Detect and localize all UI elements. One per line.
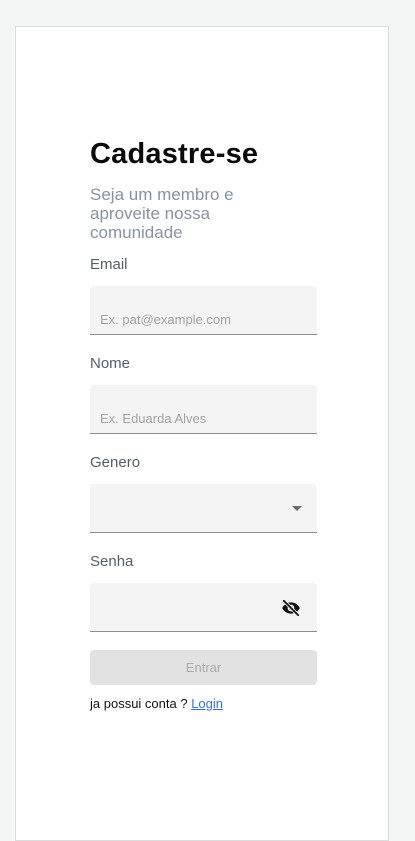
email-label: Email <box>90 256 128 273</box>
senha-label: Senha <box>90 553 134 570</box>
nome-field[interactable] <box>90 385 317 433</box>
page-subtitle: Seja um membro e aproveite nossa comunid… <box>90 185 234 242</box>
login-prompt-text: ja possui conta ? <box>90 696 192 711</box>
signup-form: Cadastre-se Seja um membro e aproveite n… <box>90 138 317 711</box>
login-prompt: ja possui conta ? Login <box>90 696 317 711</box>
genero-label: Genero <box>90 454 141 471</box>
page-title: Cadastre-se <box>90 138 259 170</box>
submit-button[interactable]: Entrar <box>90 650 317 685</box>
nome-label: Nome <box>90 355 131 372</box>
genero-select[interactable] <box>90 484 317 533</box>
email-field[interactable] <box>90 286 317 334</box>
senha-field-container <box>90 583 317 632</box>
email-field-container <box>90 286 317 335</box>
login-link[interactable]: Login <box>191 696 223 711</box>
eye-off-icon[interactable] <box>281 600 301 616</box>
chevron-down-icon <box>292 506 302 511</box>
nome-field-container <box>90 385 317 434</box>
